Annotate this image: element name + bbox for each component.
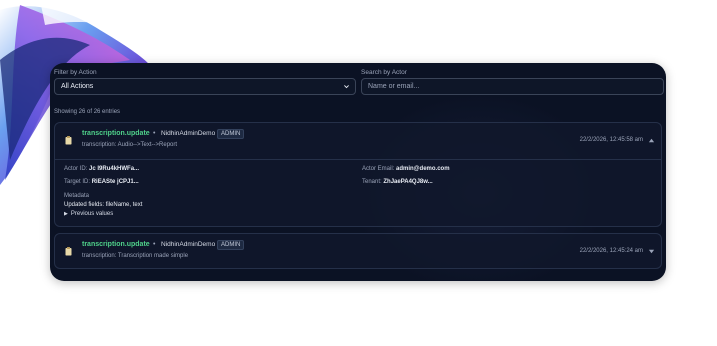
action-filter-label: Filter by Action [54,69,97,76]
filter-row: Filter by Action All Actions Search by A… [54,68,664,102]
actor-email-value: admin@demo.com [396,166,450,172]
actor-name: NidhinAdminDemo [161,130,216,137]
triangle-right-icon: ▶ [64,211,68,217]
entry-summary: transcription: Audio-->Text-->Report [82,142,178,148]
clipboard-icon [65,136,72,145]
action-name: transcription.update [82,130,150,137]
action-filter-value: All Actions [61,83,94,90]
tenant-row: Tenant: ZhJaePA4QJ8w... [362,179,433,185]
actor-search: Search by Actor Name or email... [361,68,664,95]
log-entry-header[interactable]: transcription.update • NidhinAdminDemo A… [55,123,661,159]
action-name: transcription.update [82,241,150,248]
actor-id-row: Actor ID: Jc I9Ru4kHWFa... [64,166,139,172]
actor-email-label: Actor Email: [362,166,395,172]
clipboard-icon [65,247,72,256]
role-badge: ADMIN [217,129,245,139]
triangle-up-icon[interactable] [648,137,655,144]
tenant-value: ZhJaePA4QJ8w... [383,179,433,185]
previous-values-toggle[interactable]: ▶ Previous values [64,211,113,217]
actor-id-value: Jc I9Ru4kHWFa... [89,166,140,172]
separator-dot: • [153,241,156,248]
log-entry: transcription.update • NidhinAdminDemo A… [54,122,662,227]
entry-timestamp: 22/2/2026, 12:45:58 am [579,137,643,143]
target-id-value: RiEASte jCPJ1... [91,179,139,185]
actor-search-input[interactable]: Name or email... [361,78,664,95]
actor-search-placeholder: Name or email... [368,83,420,90]
actor-email-row: Actor Email: admin@demo.com [362,166,450,172]
triangle-down-icon[interactable] [648,248,655,255]
chevron-down-icon [344,85,349,89]
log-entry-header[interactable]: transcription.update • NidhinAdminDemo A… [55,234,661,270]
target-id-label: Target ID: [64,179,91,185]
log-entry: transcription.update • NidhinAdminDemo A… [54,233,662,269]
updated-fields: Updated fields: fileName, text [64,202,143,208]
action-filter: Filter by Action All Actions [54,68,356,95]
audit-log-panel: Filter by Action All Actions Search by A… [50,63,666,281]
actor-search-label: Search by Actor [361,69,407,76]
entries-count: Showing 26 of 26 entries [54,109,121,115]
metadata-label: Metadata [64,193,90,199]
page: Filter by Action All Actions Search by A… [0,0,717,346]
tenant-label: Tenant: [362,179,382,185]
entry-summary: transcription: Transcription made simple [82,253,189,259]
separator-dot: • [153,130,156,137]
actor-name: NidhinAdminDemo [161,241,216,248]
actor-id-label: Actor ID: [64,166,88,172]
entry-details: Actor ID: Jc I9Ru4kHWFa... Target ID: Ri… [55,159,661,217]
target-id-row: Target ID: RiEASte jCPJ1... [64,179,139,185]
entry-timestamp: 22/2/2026, 12:45:24 am [579,248,643,254]
previous-values-label: Previous values [70,211,114,217]
action-filter-select[interactable]: All Actions [54,78,356,95]
role-badge: ADMIN [217,240,245,250]
